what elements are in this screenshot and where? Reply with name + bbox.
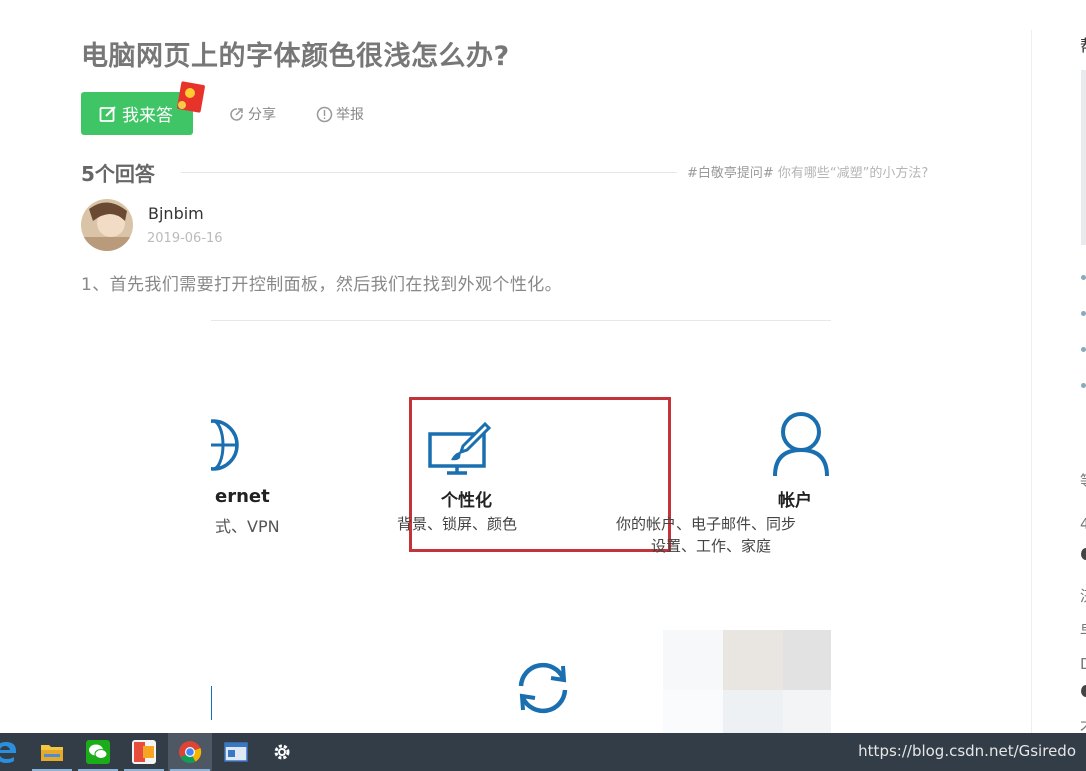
- answer-author: Bjnbim 2019-06-16: [81, 199, 381, 251]
- accounts-tile-subtitle-1: 你的帐户、电子邮件、同步: [616, 515, 797, 533]
- answer-text: 1、首先我们需要打开控制面板，然后我们在找到外观个性化。: [81, 275, 563, 295]
- app-icon[interactable]: [122, 733, 166, 771]
- blurred-thumbnail: [663, 630, 831, 733]
- account-person-icon: [773, 412, 829, 477]
- sidebar-bullet: [1081, 311, 1086, 316]
- device-icon: [211, 686, 212, 720]
- answer-date: 2019-06-16: [147, 231, 223, 246]
- sidebar-text: 等: [1080, 470, 1086, 491]
- browser-window-icon[interactable]: [214, 733, 258, 771]
- question-title: 电脑网页上的字体颜色很浅怎么办?: [81, 41, 510, 72]
- avatar[interactable]: [81, 199, 133, 251]
- divider: [211, 320, 831, 321]
- sidebar-text: 济: [1080, 585, 1086, 606]
- sidebar-bullet: [1081, 347, 1086, 352]
- topic-question: 你有哪些“减塑”的小方法?: [773, 166, 929, 181]
- sidebar-avatar: [1081, 685, 1086, 697]
- sidebar-avatar: [1081, 548, 1086, 560]
- author-name[interactable]: Bjnbim: [148, 204, 204, 223]
- edit-icon: [99, 105, 116, 122]
- sidebar-title: 帮: [1080, 32, 1086, 57]
- sidebar-divider: [1031, 30, 1032, 733]
- answer-button-label: 我来答: [122, 106, 173, 126]
- settings-screenshot: ernet 式、VPN 个性化 背景、锁屏、颜色 帐户 你的帐户、电子邮件、同步…: [211, 320, 831, 733]
- avatar-image: [81, 199, 133, 251]
- sidebar-text: D: [1080, 655, 1086, 673]
- topic-hashtag: #白敬亭提问#: [687, 166, 774, 181]
- chrome-icon[interactable]: [168, 733, 212, 771]
- answers-header: 5个回答 #白敬亭提问# 你有哪些“减塑”的小方法?: [81, 158, 957, 186]
- sidebar-bullet: [1081, 383, 1086, 388]
- red-envelope-icon: [177, 81, 205, 113]
- wechat-icon[interactable]: [76, 733, 120, 771]
- globe-icon: [211, 419, 239, 471]
- settings-gear-icon[interactable]: [260, 733, 304, 771]
- personalization-tile-subtitle: 背景、锁屏、颜色: [397, 515, 518, 533]
- accounts-tile-subtitle-2: 设置、工作、家庭: [651, 537, 772, 555]
- sidebar-bullet: [1081, 275, 1086, 280]
- network-tile-subtitle: 式、VPN: [215, 517, 280, 536]
- personalization-tile-title[interactable]: 个性化: [441, 486, 505, 511]
- divider: [181, 172, 677, 173]
- answer-count: 5个回答: [81, 162, 155, 186]
- sidebar-ad-block: [1081, 70, 1086, 245]
- share-icon: [230, 107, 243, 121]
- edge-icon[interactable]: [0, 733, 28, 771]
- network-tile-title: ernet: [215, 486, 270, 507]
- watermark-url: https://blog.csdn.net/Gsiredo: [858, 742, 1076, 760]
- topic-link[interactable]: #白敬亭提问# 你有哪些“减塑”的小方法?: [687, 162, 928, 181]
- sidebar-text: 4: [1080, 515, 1086, 533]
- file-explorer-icon[interactable]: [30, 733, 74, 771]
- accounts-tile-title: 帐户: [778, 491, 812, 511]
- sidebar-text: 早: [1080, 620, 1086, 641]
- sidebar-text: 才: [1080, 715, 1086, 733]
- report-label: 举报: [336, 107, 364, 123]
- qa-page: 电脑网页上的字体颜色很浅怎么办? 我来答 分享 举报 5个回答 #白敬亭提问# …: [0, 0, 1086, 733]
- paintbrush-monitor-icon: [428, 421, 491, 475]
- question-actions: 我来答 分享 举报: [81, 81, 481, 135]
- share-label: 分享: [248, 107, 276, 123]
- alert-circle-icon: [316, 106, 333, 122]
- taskbar: https://blog.csdn.net/Gsiredo: [0, 733, 1086, 771]
- report-link[interactable]: 举报: [316, 104, 364, 124]
- update-sync-icon: [518, 662, 568, 714]
- share-link[interactable]: 分享: [228, 104, 276, 124]
